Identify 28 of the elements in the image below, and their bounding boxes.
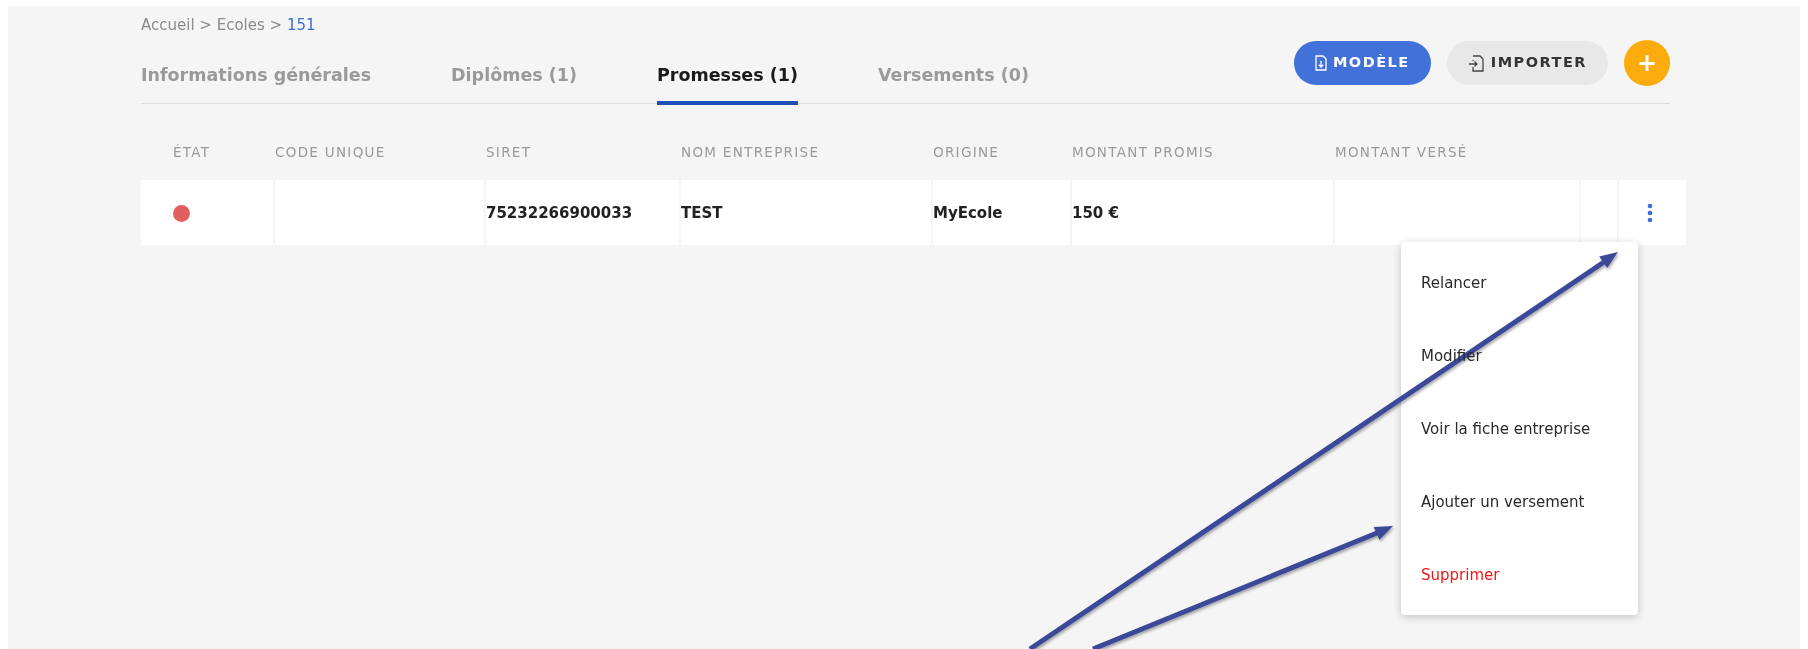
column-header: MONTANT PROMIS [1072,144,1214,160]
menu-item[interactable]: Voir la fiche entreprise [1401,392,1638,466]
tab[interactable]: Promesses (1) [656,62,798,105]
breadcrumb-link[interactable]: Ecoles [216,16,265,34]
tab[interactable]: Diplômes (1) [451,62,577,105]
column-header: CODE UNIQUE [275,144,386,160]
column-header: MONTANT VERSÉ [1335,144,1468,160]
menu-item[interactable]: Relancer [1401,246,1638,320]
delete-menu-item[interactable]: Supprimer [1401,538,1638,612]
table-cell: 150 € [1072,203,1119,222]
file-download-icon [1314,55,1327,71]
breadcrumb-link[interactable]: Accueil [141,16,195,34]
column-header: ÉTAT [173,144,211,160]
menu-item[interactable]: Ajouter un versement [1401,465,1638,539]
table-cell: 75232266900033 [486,203,633,222]
table-cell: TEST [681,203,723,222]
import-button[interactable]: IMPORTER [1446,41,1608,85]
file-import-icon [1467,54,1485,72]
breadcrumb-current: 151 [286,16,316,34]
tab[interactable]: Informations générales [141,62,372,105]
breadcrumb-separator: > [198,16,213,34]
column-header: NOM ENTREPRISE [681,144,820,160]
column-header: SIRET [486,144,532,160]
model-button[interactable]: MODÈLE [1293,41,1431,85]
table-cell: MyEcole [933,203,1003,222]
tab[interactable]: Versements (0) [877,62,1029,105]
column-header: ORIGINE [933,144,1000,160]
breadcrumb-separator: > [268,16,284,34]
